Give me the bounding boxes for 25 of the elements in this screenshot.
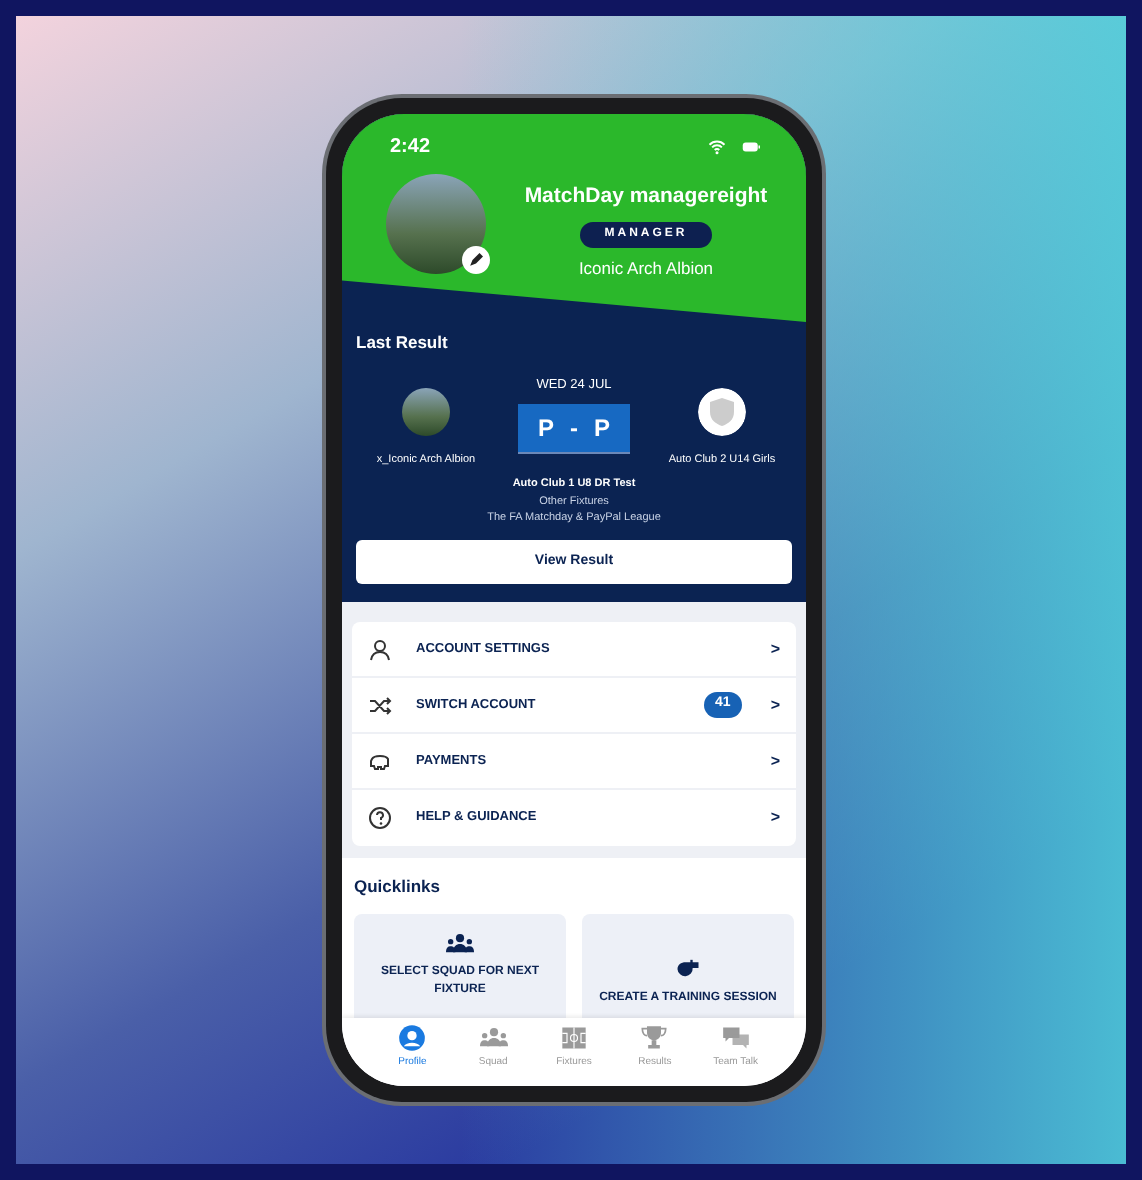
people-icon <box>442 929 478 958</box>
status-time: 2:42 <box>390 134 431 162</box>
section-title: Quicklinks <box>354 874 442 900</box>
edit-icon <box>462 246 490 274</box>
chevron-icon: > <box>770 806 780 831</box>
score-home: P <box>537 411 554 445</box>
section-title: Last Result <box>356 330 450 356</box>
team-logo-placeholder <box>402 387 450 436</box>
people-icon <box>479 1024 508 1052</box>
help-icon <box>368 806 392 831</box>
chevron-icon: > <box>770 693 780 718</box>
chevron-icon: > <box>770 749 780 774</box>
score-separator: - <box>570 411 578 445</box>
pitch-icon <box>560 1024 589 1052</box>
wifi-icon <box>706 138 728 156</box>
user-name: MatchDay managereight <box>524 182 768 212</box>
person-icon <box>368 637 392 662</box>
shuffle-icon <box>368 693 392 718</box>
profile-icon <box>398 1024 427 1052</box>
club-name: Iconic Arch Albion <box>578 255 714 281</box>
chevron-icon: > <box>770 637 780 662</box>
chat-icon <box>721 1024 750 1052</box>
trophy-icon <box>640 1024 669 1052</box>
score-away: P <box>594 411 611 445</box>
shield-icon <box>698 387 746 436</box>
